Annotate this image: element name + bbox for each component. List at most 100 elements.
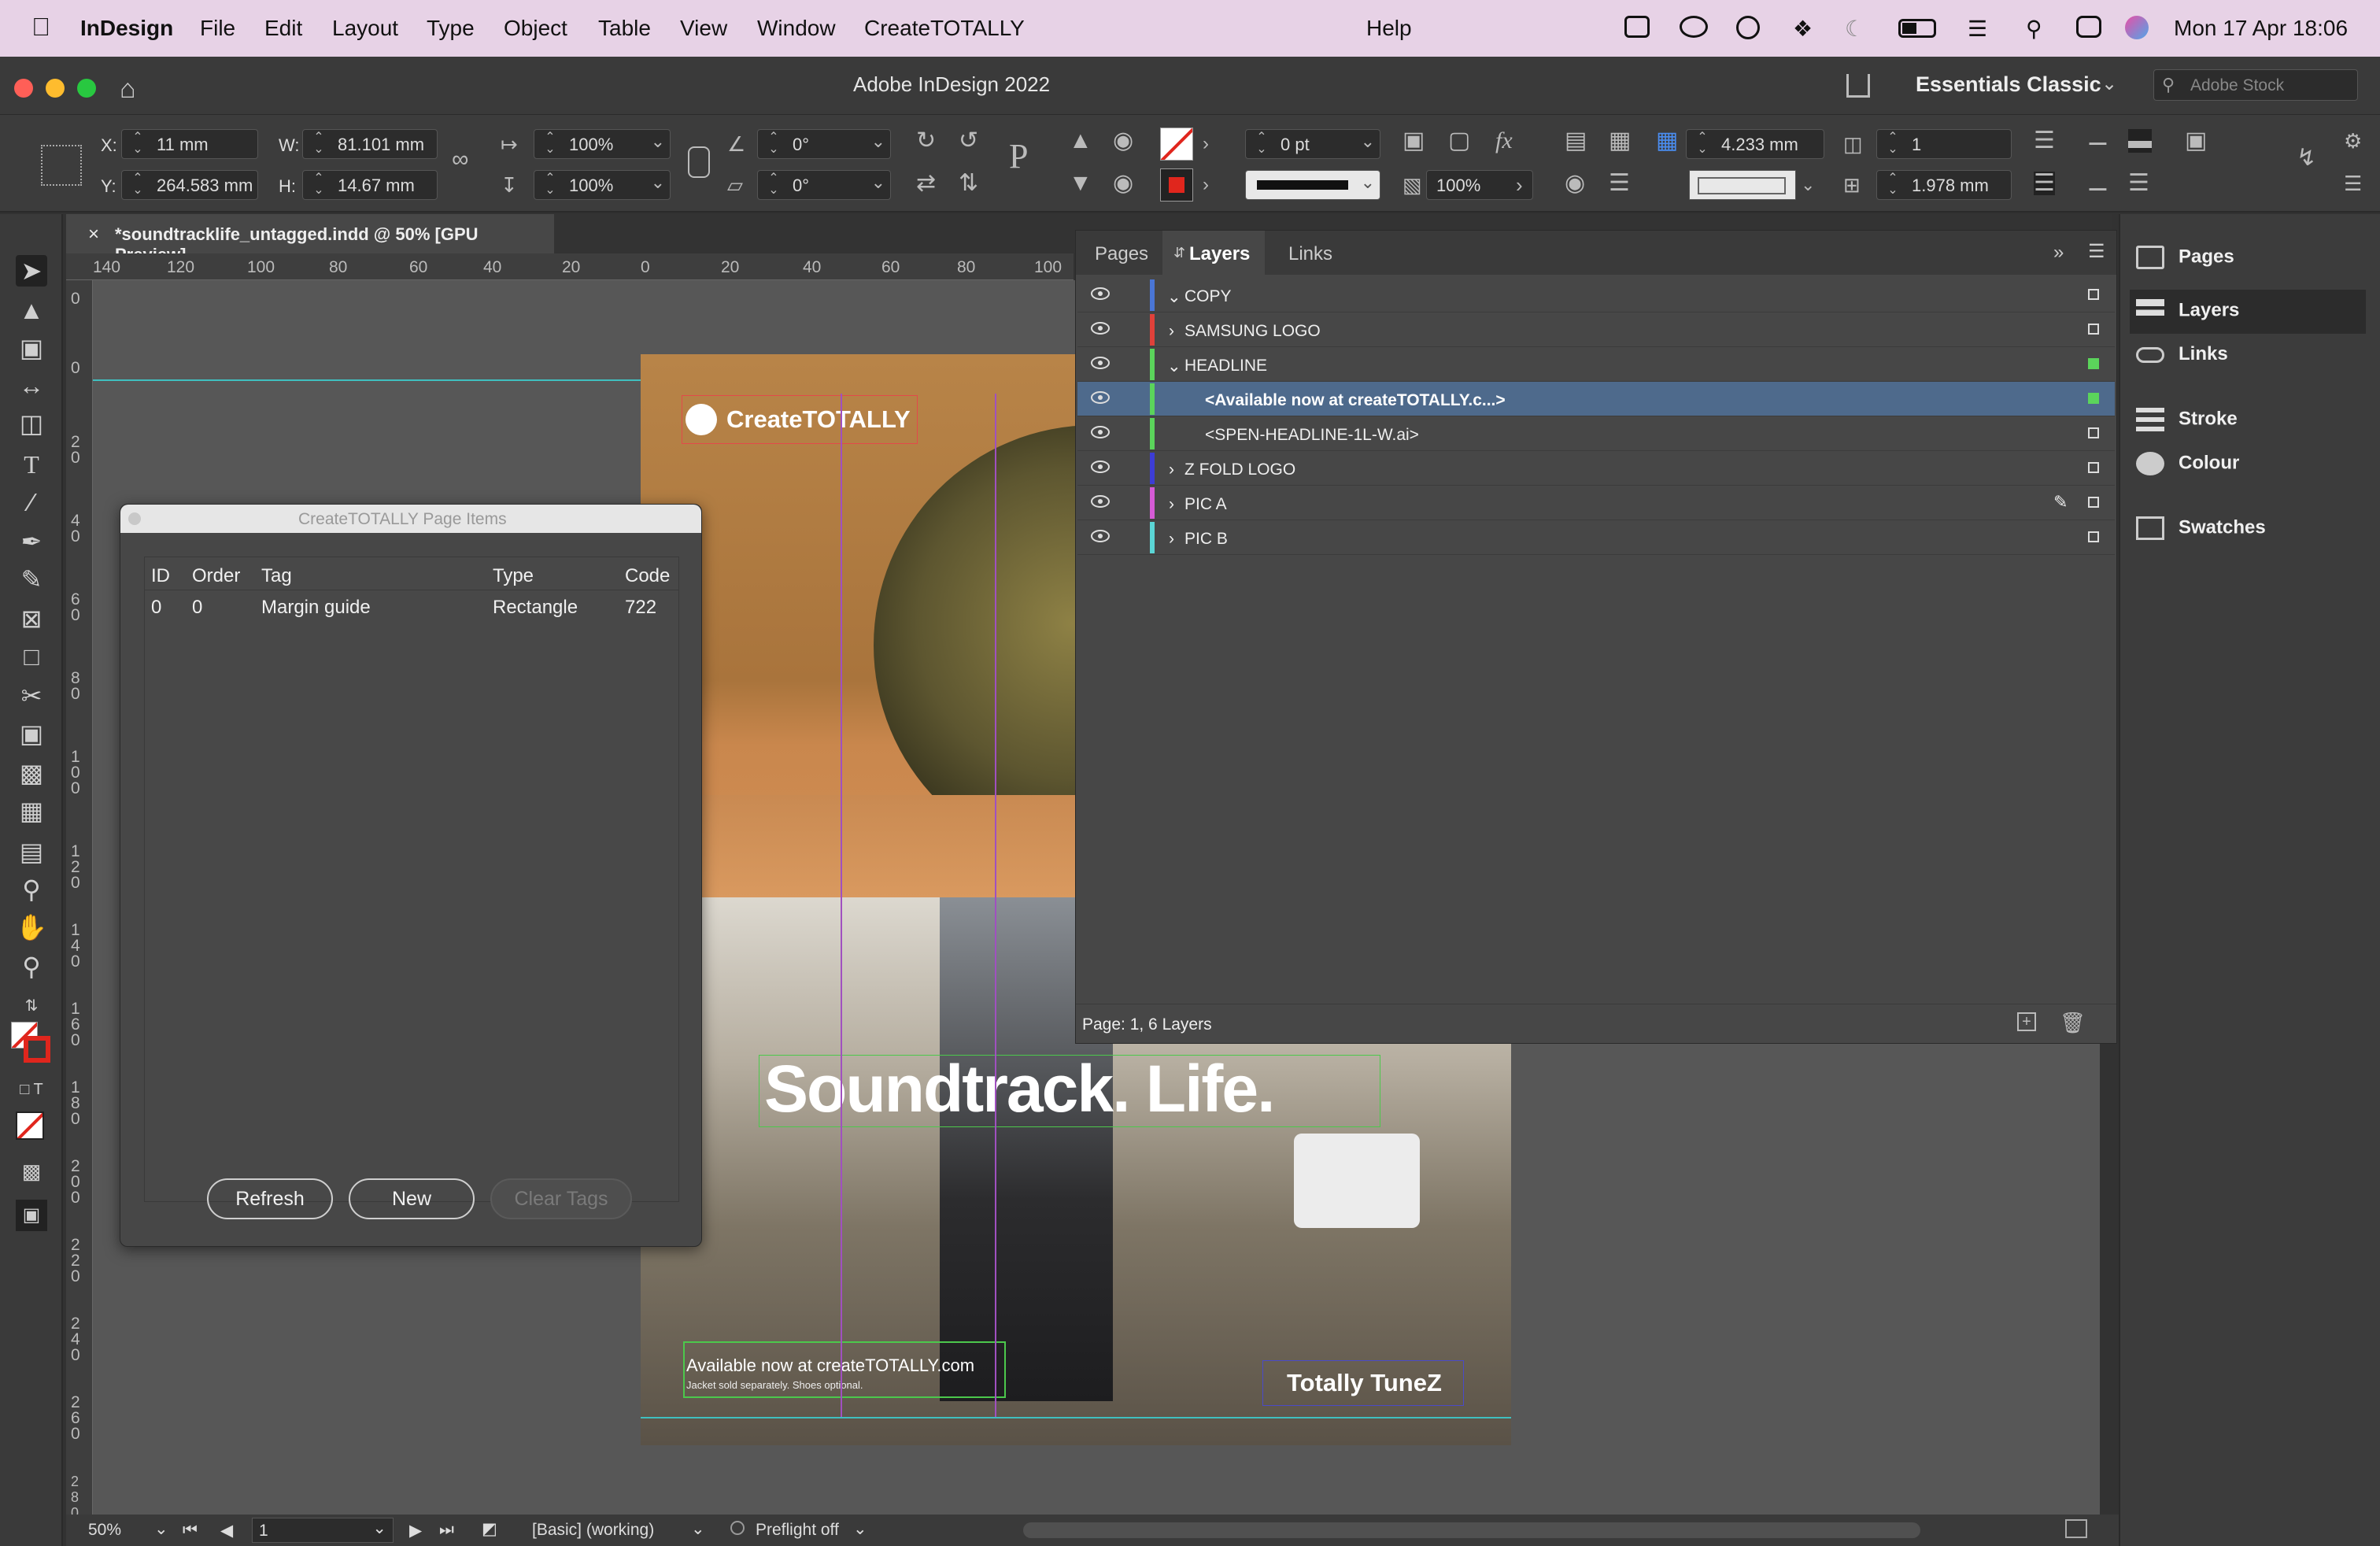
new-button[interactable]: New: [349, 1178, 475, 1219]
last-page-icon[interactable]: ⏭: [439, 1521, 454, 1540]
chevron-down-icon[interactable]: ⌄: [1361, 131, 1375, 152]
visibility-eye-icon[interactable]: [1090, 286, 1111, 301]
direct-selection-tool-icon[interactable]: ▲: [16, 294, 47, 326]
visibility-eye-icon[interactable]: [1090, 424, 1111, 440]
chevron-down-icon[interactable]: ⌄: [871, 172, 885, 193]
pen-edit-icon[interactable]: ✎: [2053, 492, 2068, 512]
balance-columns-icon[interactable]: ⚊: [2087, 126, 2108, 150]
page-items-titlebar[interactable]: CreateTOTALLY Page Items: [120, 505, 701, 533]
preflight-chevron-icon[interactable]: ⌄: [853, 1519, 867, 1539]
flip-horizontal-icon[interactable]: ⇄: [916, 172, 936, 195]
menu-help[interactable]: Help: [1366, 16, 1412, 41]
visibility-eye-icon[interactable]: [1090, 390, 1111, 405]
layer-row-headline[interactable]: ⌄ HEADLINE: [1077, 347, 2115, 382]
rectangle-tool-icon[interactable]: □: [16, 641, 47, 672]
align-top-icon[interactable]: ☰: [2034, 129, 2055, 153]
expand-chevron-icon[interactable]: ›: [1169, 530, 1174, 549]
constrain-scale-icon[interactable]: [688, 146, 710, 178]
control-center-icon[interactable]: [2076, 16, 2101, 38]
select-container-icon[interactable]: ▲: [1069, 129, 1092, 153]
width-field[interactable]: ⌃ ⌄ 81.101 mm: [302, 129, 438, 159]
corner-size-field[interactable]: ⌃ ⌄ 4.233 mm: [1686, 129, 1824, 159]
delete-layer-icon[interactable]: 🗑: [2060, 1011, 2086, 1035]
col-type[interactable]: Type: [493, 565, 534, 587]
minimize-window-button[interactable]: [46, 79, 65, 98]
dock-stroke[interactable]: Stroke: [2136, 408, 2238, 452]
zoom-tool-icon[interactable]: ⚲: [16, 951, 47, 982]
stroke-type-select[interactable]: ⌄: [1245, 170, 1380, 200]
layer-row-spen-headline[interactable]: <SPEN-HEADLINE-1L-W.ai>: [1077, 416, 2115, 451]
dock-layers[interactable]: Layers: [2130, 290, 2366, 334]
expand-chevron-icon[interactable]: ›: [1169, 322, 1174, 341]
close-window-button[interactable]: [14, 79, 33, 98]
chevron-down-icon[interactable]: ⌄: [2101, 72, 2117, 95]
layer-row-pic-b[interactable]: › PIC B: [1077, 520, 2115, 555]
open-folder-icon[interactable]: ◩: [482, 1519, 497, 1539]
stepper-icon[interactable]: ⌃ ⌄: [127, 172, 149, 198]
new-layer-icon[interactable]: +: [2017, 1012, 2036, 1031]
battery-icon[interactable]: [1898, 19, 1936, 38]
layer-row-samsung-logo[interactable]: › SAMSUNG LOGO: [1077, 313, 2115, 347]
stroke-menu-chevron-icon[interactable]: ›: [1203, 173, 1209, 197]
gradient-swatch-tool-icon[interactable]: ▩: [16, 757, 47, 789]
layer-row-z-fold-logo[interactable]: › Z FOLD LOGO: [1077, 451, 2115, 486]
selection-square-icon[interactable]: [2088, 427, 2099, 438]
menu-table[interactable]: Table: [598, 16, 651, 41]
brand-frame[interactable]: Totally TuneZ: [1262, 1360, 1464, 1406]
quick-apply-icon[interactable]: ↯: [2297, 146, 2316, 170]
vertical-ruler[interactable]: 0 0 2 0 4 0 6 0 8 0 1 0 0 1 2 0 1 4 0 1 …: [66, 280, 93, 1521]
reference-point-icon[interactable]: [41, 145, 82, 186]
dock-links[interactable]: Links: [2136, 343, 2228, 387]
horizontal-ruler[interactable]: 140 120 100 80 60 40 20 0 20 40 60 80 10…: [66, 253, 1074, 280]
profile-chevron-icon[interactable]: ⌄: [691, 1519, 705, 1539]
auto-size-icon[interactable]: ▬: [2128, 129, 2152, 153]
dock-colour[interactable]: Colour: [2136, 452, 2239, 496]
align-spread-icon[interactable]: ☰: [2128, 172, 2149, 195]
apply-color-icon[interactable]: ▩: [16, 1156, 47, 1187]
status-icon[interactable]: [1736, 16, 1760, 39]
moon-icon[interactable]: ☾: [1845, 16, 1864, 42]
select-next-icon[interactable]: ◉: [1113, 172, 1133, 195]
shear-field[interactable]: ⌃ ⌄ 0° ⌄: [757, 170, 891, 200]
menu-app[interactable]: InDesign: [80, 16, 173, 41]
selection-square-icon[interactable]: [2088, 462, 2099, 473]
page-tool-icon[interactable]: ▣: [16, 332, 47, 364]
selection-square-icon[interactable]: [2088, 393, 2099, 404]
drop-shadow-icon[interactable]: ▣: [1402, 129, 1425, 153]
formatting-container-icon[interactable]: □ T: [16, 1074, 47, 1105]
wrap-jump-icon[interactable]: ☰: [1609, 172, 1630, 195]
col-id[interactable]: ID: [151, 565, 170, 587]
split-view-icon[interactable]: [2065, 1519, 2087, 1538]
logo-frame[interactable]: CreateTOTALLY: [682, 395, 918, 444]
siri-icon[interactable]: [2125, 16, 2149, 39]
gutter-field[interactable]: ⌃ ⌄ 1.978 mm: [1876, 170, 2012, 200]
page-number-field[interactable]: 1 ⌄: [252, 1518, 394, 1543]
dock-swatches[interactable]: Swatches: [2136, 516, 2266, 560]
corner-options-icon[interactable]: ▦: [1656, 129, 1678, 153]
corner-shape-select[interactable]: [1689, 170, 1796, 200]
table-row[interactable]: 0 0 Margin guide Rectangle 722: [145, 590, 678, 622]
chevron-down-icon[interactable]: ⌄: [651, 172, 665, 193]
line-tool-icon[interactable]: ∕: [16, 486, 47, 518]
stepper-icon[interactable]: ⌃ ⌄: [763, 172, 785, 198]
expand-chevron-icon[interactable]: ›: [1169, 495, 1174, 514]
tab-layers[interactable]: ⇵ Layers: [1162, 231, 1265, 275]
hand-tool-icon[interactable]: ✋: [16, 912, 47, 943]
text-wrap-none-icon[interactable]: ▤: [1565, 129, 1587, 153]
text-wrap-box-icon[interactable]: ▦: [1609, 129, 1631, 153]
expand-chevron-icon[interactable]: ⌄: [1167, 357, 1181, 376]
align-center-icon[interactable]: ⚊: [2087, 172, 2108, 195]
creative-cloud-icon[interactable]: [1624, 16, 1650, 38]
free-transform-tool-icon[interactable]: ▣: [16, 718, 47, 749]
gap-tool-icon[interactable]: ↔: [16, 370, 47, 401]
content-collector-icon[interactable]: ◫: [16, 408, 47, 439]
swap-fill-stroke-icon[interactable]: ⇅: [16, 990, 47, 1022]
stepper-icon[interactable]: ⌃ ⌄: [1882, 172, 1904, 198]
menu-view[interactable]: View: [680, 16, 727, 41]
next-page-icon[interactable]: ▶: [409, 1521, 422, 1540]
expand-chevron-icon[interactable]: ›: [1169, 460, 1174, 479]
frame-fit-icon[interactable]: ▣: [2185, 129, 2207, 153]
workspace-switcher[interactable]: Essentials Classic: [1916, 72, 2101, 97]
visibility-eye-icon[interactable]: [1090, 459, 1111, 475]
menu-layout[interactable]: Layout: [332, 16, 398, 41]
